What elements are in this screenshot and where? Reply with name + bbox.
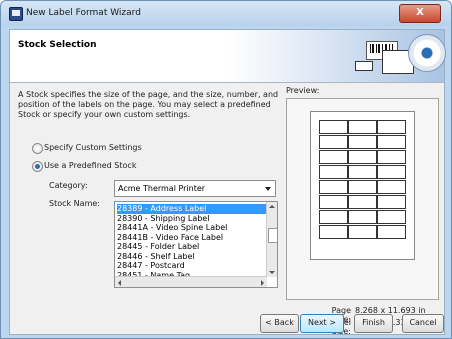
horizontal-scrollbar[interactable] <box>115 276 267 287</box>
list-item[interactable]: 28441A - Video Spine Label <box>117 223 267 233</box>
preview-label-cell <box>319 180 348 194</box>
preview-label-cell <box>319 120 348 134</box>
preview-label-cell <box>377 165 406 179</box>
window-title: New Label Format Wizard <box>26 8 141 18</box>
list-item[interactable]: 28441B - Video Face Label <box>117 233 267 243</box>
description-text: A Stock specifies the size of the page, … <box>18 90 279 119</box>
title-bar[interactable]: New Label Format Wizard X <box>1 1 451 26</box>
wizard-body: Stock Selection A Stock specifies the si… <box>9 29 446 336</box>
scroll-down-icon[interactable] <box>269 271 275 274</box>
cancel-button[interactable]: Cancel <box>402 314 444 333</box>
custom-settings-label[interactable]: Specify Custom Settings <box>44 143 142 152</box>
category-select[interactable]: Acme Thermal Printer <box>114 180 276 197</box>
finish-button[interactable]: Finish <box>354 314 393 333</box>
chevron-down-icon[interactable] <box>265 187 271 191</box>
preview-label-cell <box>377 120 406 134</box>
stock-name-label: Stock Name: <box>49 199 100 208</box>
preview-label-cell <box>319 195 348 209</box>
preview-label-cell <box>377 180 406 194</box>
preview-label-cell <box>348 195 377 209</box>
preview-label-cell <box>319 150 348 164</box>
back-button[interactable]: < Back <box>260 314 299 333</box>
custom-settings-radio[interactable] <box>32 143 43 154</box>
wizard-header: Stock Selection <box>10 30 446 83</box>
preview-label-cell <box>377 210 406 224</box>
wizard-window: New Label Format Wizard X Stock Selectio… <box>0 0 452 339</box>
predefined-stock-radio[interactable] <box>32 161 43 172</box>
list-item[interactable]: 28389 - Address Label <box>117 204 267 214</box>
preview-label-cell <box>377 135 406 149</box>
vertical-scrollbar[interactable] <box>266 202 277 277</box>
preview-label-cell <box>348 120 377 134</box>
card-icon <box>355 61 373 71</box>
preview-label-cell <box>377 150 406 164</box>
preview-label-cell <box>348 165 377 179</box>
predefined-stock-label[interactable]: Use a Predefined Stock <box>44 161 136 170</box>
list-item[interactable]: 28446 - Shelf Label <box>117 252 267 262</box>
preview-label-cell <box>348 225 377 239</box>
preview-panel: Page Size: 8.268 x 11.693 in Label Size:… <box>286 98 439 336</box>
preview-label-cell <box>377 195 406 209</box>
list-item[interactable]: 28390 - Shipping Label <box>117 214 267 224</box>
preview-label-cell <box>348 150 377 164</box>
preview-label-cell <box>348 210 377 224</box>
next-button[interactable]: Next > <box>300 314 344 333</box>
scroll-right-icon[interactable] <box>261 280 264 286</box>
scroll-left-icon[interactable] <box>118 280 121 286</box>
preview-label: Preview: <box>286 86 320 95</box>
preview-label-cell <box>319 165 348 179</box>
category-label: Category: <box>49 181 88 190</box>
disc-icon <box>408 34 446 72</box>
close-button[interactable]: X <box>399 4 441 23</box>
category-value: Acme Thermal Printer <box>118 184 206 193</box>
preview-label-cell <box>377 225 406 239</box>
preview-page <box>310 111 415 260</box>
preview-label-cell <box>348 180 377 194</box>
preview-label-cell <box>319 210 348 224</box>
app-icon <box>9 7 23 21</box>
scroll-thumb[interactable] <box>268 228 277 243</box>
page-title: Stock Selection <box>18 40 97 50</box>
stock-name-list[interactable]: 28389 - Address Label 28390 - Shipping La… <box>114 201 278 288</box>
preview-label-cell <box>348 135 377 149</box>
scroll-up-icon[interactable] <box>269 205 275 208</box>
list-item[interactable]: 28447 - Postcard <box>117 261 267 271</box>
preview-label-cell <box>319 225 348 239</box>
list-item[interactable]: 28445 - Folder Label <box>117 242 267 252</box>
preview-label-cell <box>319 135 348 149</box>
